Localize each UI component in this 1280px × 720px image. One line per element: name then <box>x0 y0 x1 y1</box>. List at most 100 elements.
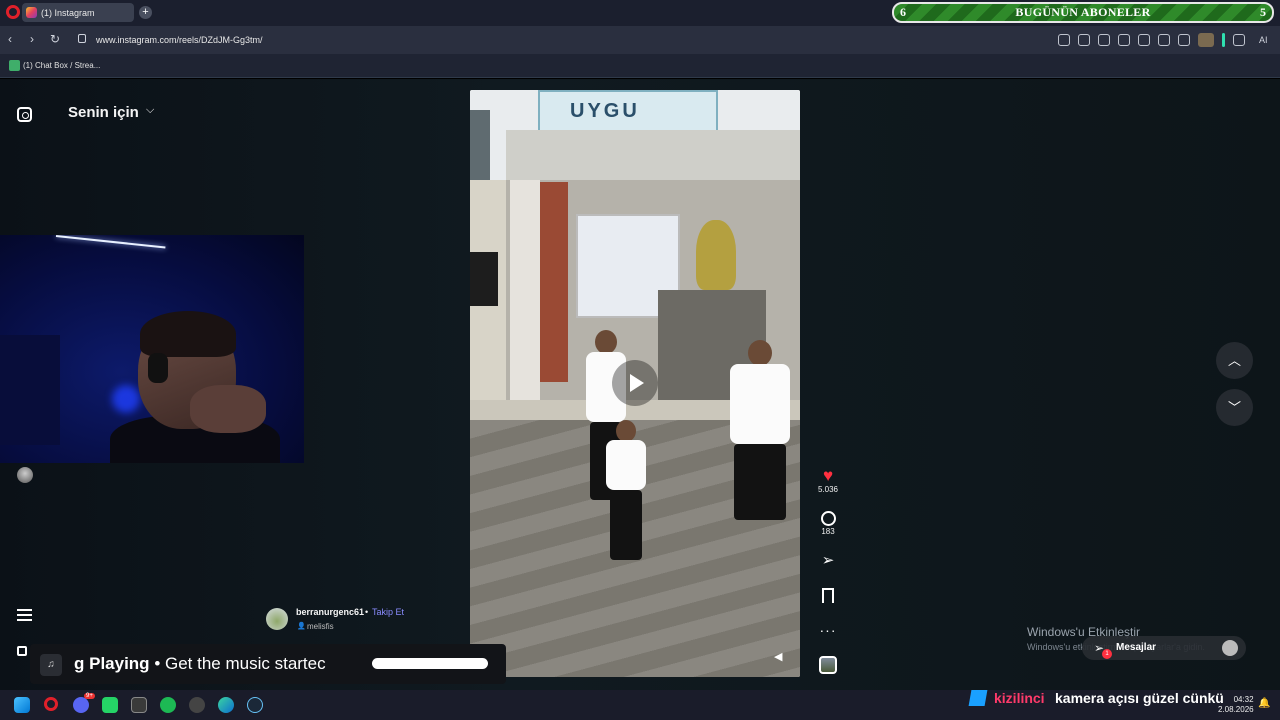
subscriber-banner: 6 BUGÜNÜN ABONELER 5 <box>892 2 1274 23</box>
ticker-logo-icon <box>968 690 988 706</box>
download-icon[interactable] <box>1158 34 1170 46</box>
next-reel-button[interactable]: ﹀ <box>1216 389 1253 426</box>
notification-bell-icon[interactable]: 🔔 <box>1258 698 1270 709</box>
now-playing-prefix: g Playing <box>74 654 150 673</box>
hamburger-menu-icon[interactable] <box>17 609 32 621</box>
dancer-center <box>606 420 646 560</box>
streamer-hand <box>190 385 266 433</box>
lock-icon <box>78 34 86 43</box>
creator-avatar[interactable] <box>266 608 288 630</box>
new-tab-button[interactable]: + <box>139 6 152 19</box>
chevron-up-icon: ︿ <box>1227 353 1241 368</box>
background-shelf <box>0 335 60 445</box>
sidebar-toggle-icon[interactable] <box>1222 33 1225 47</box>
mute-icon[interactable]: ◀ <box>774 650 782 663</box>
now-playing-separator: • <box>154 654 161 673</box>
spotify-icon[interactable] <box>160 697 176 713</box>
browser-titlebar: (1) Instagram + 6 BUGÜNÜN ABONELER 5 <box>0 0 1280 26</box>
messages-button[interactable]: ➢ 1 Mesajlar <box>1082 636 1246 660</box>
instagram-logo-icon[interactable] <box>17 107 32 122</box>
chevron-down-icon[interactable]: ⌵ <box>146 104 154 117</box>
opera-logo-icon[interactable] <box>6 5 20 19</box>
comment-icon <box>820 511 836 526</box>
clock-time: 04:32 <box>1233 695 1254 704</box>
webcam-overlay <box>0 235 304 463</box>
heart-icon[interactable] <box>1138 34 1150 46</box>
share-button[interactable]: ➢ <box>812 553 844 569</box>
feed-title[interactable]: Senin için <box>68 104 139 121</box>
tab-title: (1) Instagram <box>41 7 95 18</box>
building-roof <box>506 130 800 180</box>
collaborator-name[interactable]: melisfis <box>307 622 334 631</box>
blue-light <box>112 385 140 413</box>
headset <box>148 353 168 383</box>
discord-badge: 9+ <box>84 693 95 699</box>
save-button[interactable] <box>812 588 844 603</box>
edge-icon[interactable] <box>218 697 234 713</box>
like-count: 5.036 <box>817 485 839 494</box>
now-playing-text: g Playing • Get the music startec <box>74 654 388 674</box>
reload-icon[interactable]: ↻ <box>50 32 60 46</box>
building-pillar <box>510 180 540 410</box>
back-icon[interactable]: ‹ <box>8 32 12 46</box>
shield-icon[interactable] <box>1098 34 1110 46</box>
obs-icon[interactable] <box>189 697 205 713</box>
creator-username[interactable]: berranurgenc61 <box>296 607 364 617</box>
extension-toolbar: AI <box>1058 33 1268 47</box>
chatbox-favicon-icon <box>9 60 20 71</box>
now-playing-progress <box>372 658 488 669</box>
heart-filled-icon: ♥ <box>822 466 834 485</box>
windows-start-icon[interactable] <box>14 697 30 713</box>
address-bar[interactable]: www.instagram.com/reels/DZdJM-Gg3tm/ <box>96 35 263 45</box>
bookmark-icon <box>822 588 834 603</box>
camera-icon[interactable] <box>1078 34 1090 46</box>
menu-lines-icon[interactable] <box>1178 34 1190 46</box>
tab-instagram[interactable]: (1) Instagram <box>22 3 134 22</box>
banner-right-number: 5 <box>1260 5 1266 19</box>
forward-icon[interactable]: › <box>30 32 34 46</box>
cube-icon[interactable] <box>1233 34 1245 46</box>
messages-label: Mesajlar <box>1116 642 1157 653</box>
bust-statue <box>696 220 736 290</box>
reel-video[interactable]: UYGU ◀ <box>470 90 800 677</box>
music-note-icon: ♫ <box>40 654 62 676</box>
audio-thumbnail-icon <box>819 656 837 674</box>
like-button[interactable]: ♥ 5.036 <box>812 467 844 494</box>
more-options-button[interactable]: ··· <box>812 622 844 638</box>
speaker <box>470 252 498 306</box>
aria-ai-button[interactable]: AI <box>1259 35 1268 45</box>
brick-column <box>540 182 568 382</box>
avatar[interactable] <box>17 467 33 483</box>
play-icon[interactable] <box>1118 34 1130 46</box>
streamer-hair <box>140 311 236 357</box>
bookmark-chat-box[interactable]: (1) Chat Box / Strea... <box>23 61 100 70</box>
paper-plane-icon: ➢ <box>821 552 835 569</box>
follow-button[interactable]: Takip Et <box>372 607 404 617</box>
now-playing-song: Get the music startec <box>165 654 326 673</box>
audio-page-button[interactable] <box>812 656 844 674</box>
dancer-right <box>730 340 790 520</box>
discord-icon[interactable] <box>73 697 89 713</box>
instagram-favicon-icon <box>26 7 37 18</box>
clock-date: 2.08.2026 <box>1218 705 1254 714</box>
comment-button[interactable]: 183 <box>812 511 844 536</box>
chevron-down-icon: ﹀ <box>1227 400 1241 415</box>
play-button[interactable] <box>612 360 658 406</box>
chatgpt-icon[interactable] <box>131 697 147 713</box>
messages-badge: 1 <box>1102 649 1112 659</box>
person-icon: 👤 <box>297 623 306 630</box>
whatsapp-icon[interactable] <box>102 697 118 713</box>
comment-count: 183 <box>821 527 835 536</box>
extension-avatar-icon[interactable] <box>1198 33 1214 47</box>
now-playing-overlay: ♫ g Playing • Get the music startec <box>30 644 506 684</box>
bookmarks-bar: (1) Chat Box / Strea... <box>0 54 1280 78</box>
grid-icon[interactable] <box>17 646 27 656</box>
windows-taskbar: 9+ kizilinci kamera açısı güzel cünkü 04… <box>0 690 1280 720</box>
previous-reel-button[interactable]: ︿ <box>1216 342 1253 379</box>
opera-icon[interactable] <box>44 697 58 711</box>
light-streak <box>55 235 166 249</box>
system-clock[interactable]: 04:32 2.08.2026 <box>1218 695 1254 715</box>
steam-icon[interactable] <box>247 697 263 713</box>
more-dots-icon: ··· <box>819 622 837 638</box>
edit-icon[interactable] <box>1058 34 1070 46</box>
